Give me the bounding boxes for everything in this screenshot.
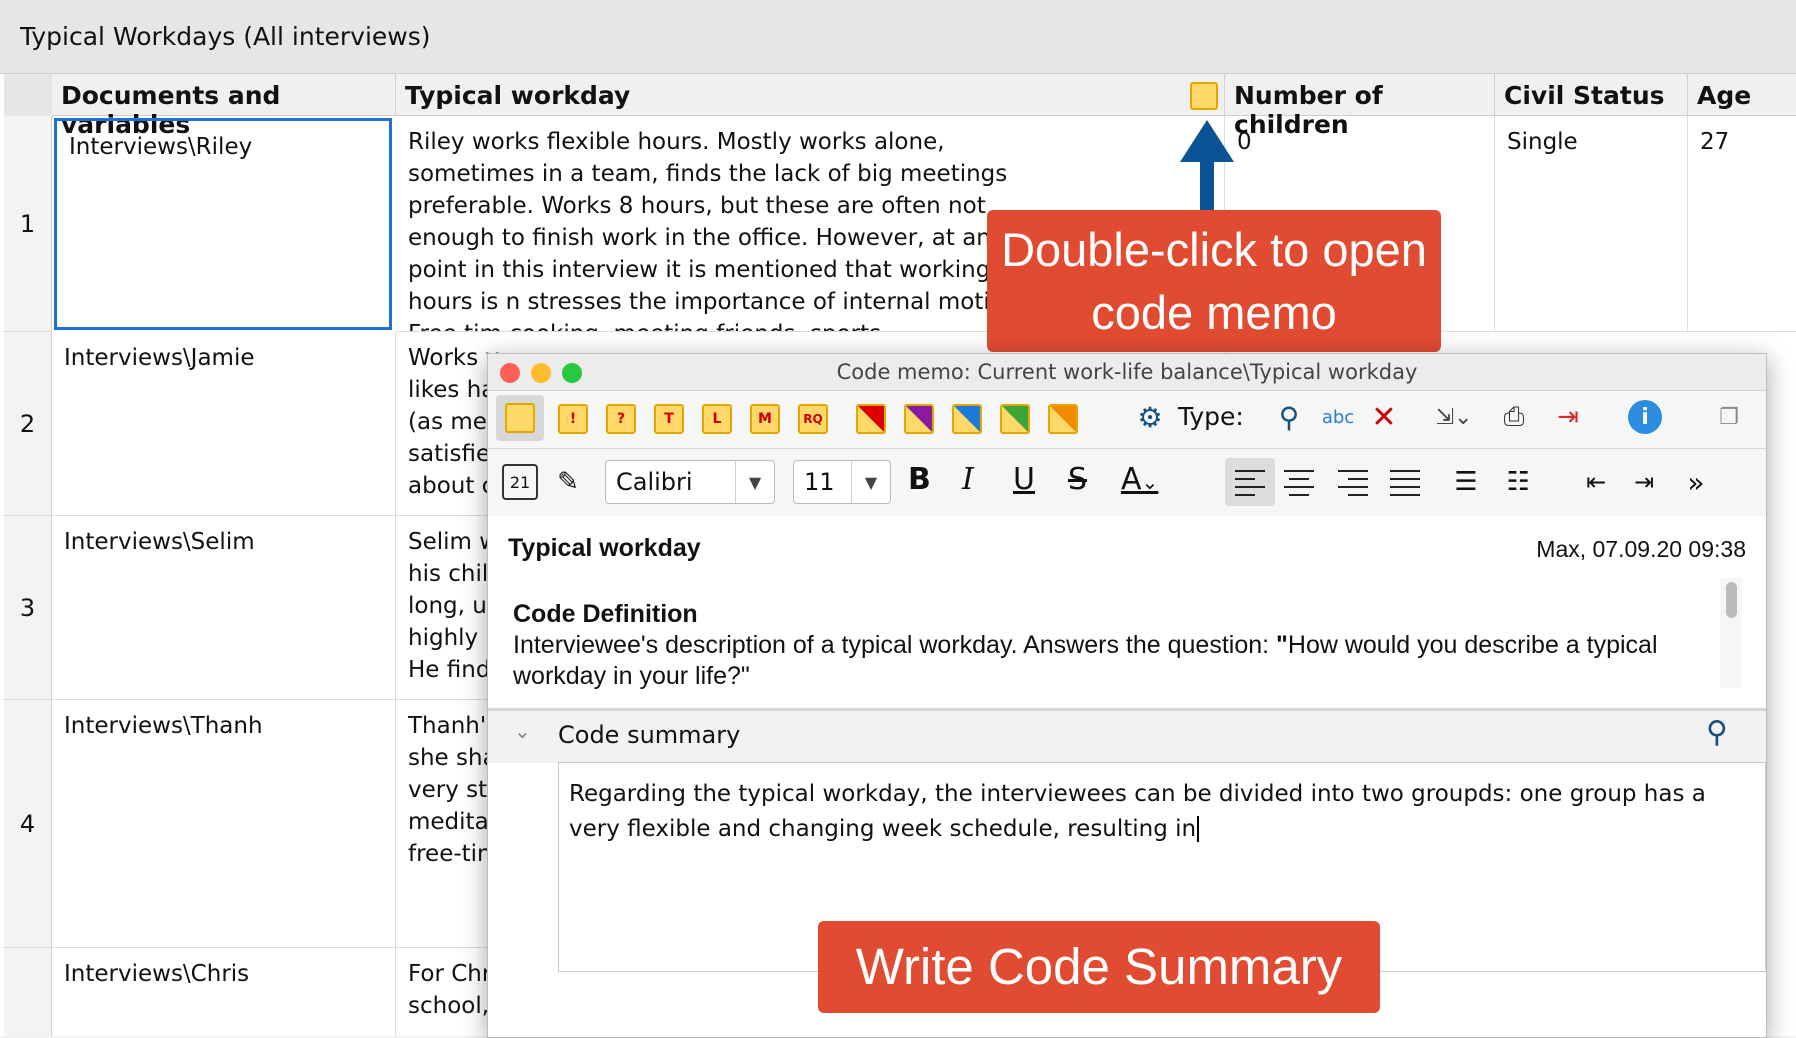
table-cell-document[interactable]: Interviews\Chris (52, 948, 396, 1036)
more-chevron-icon[interactable]: » (1678, 464, 1714, 500)
arrow-shaft (1200, 160, 1214, 212)
print-icon[interactable]: ⎙ (1496, 398, 1532, 436)
column-header-children[interactable]: Number of children (1225, 74, 1495, 139)
code-summary-label: Code summary (558, 721, 741, 749)
window-title: Typical Workdays (All interviews) (20, 22, 431, 51)
align-left-button[interactable] (1225, 458, 1275, 506)
code-summary-bar[interactable]: ⌄ Code summary ⚲ (488, 708, 1766, 763)
memo-type-red-icon[interactable] (856, 404, 886, 434)
text-cursor (1197, 816, 1200, 842)
chevron-down-icon: ▼ (735, 461, 774, 503)
table-corner[interactable] (4, 74, 53, 117)
align-center-button[interactable] (1284, 470, 1314, 502)
font-size-select[interactable]: 11 ▼ (793, 460, 891, 504)
row-number[interactable] (4, 948, 52, 1036)
search-icon[interactable]: ⚲ (1706, 715, 1728, 750)
italic-button[interactable]: I (962, 462, 974, 497)
code-definition-box[interactable]: Code Definition Interviewee's descriptio… (508, 578, 1746, 698)
row-number[interactable]: 4 (4, 700, 52, 948)
gear-icon[interactable]: ⚙ (1134, 400, 1166, 434)
definition-quote-mark: " (1276, 631, 1288, 659)
code-memo-icon[interactable] (1190, 82, 1218, 110)
delete-icon[interactable]: ✕ (1368, 398, 1400, 436)
table-cell-age[interactable]: 27 (1688, 116, 1796, 332)
code-summary-text: Regarding the typical workday, the inter… (569, 781, 1706, 842)
bold-button[interactable]: B (908, 462, 931, 497)
memo-type-rq-icon[interactable]: RQ (798, 404, 828, 434)
font-size-value: 11 (804, 468, 835, 496)
search-icon[interactable]: ⚲ (1272, 400, 1306, 434)
row-number[interactable]: 1 (4, 116, 52, 332)
type-label: Type: (1178, 402, 1244, 431)
format-painter-icon[interactable]: ✎ (550, 464, 586, 500)
definition-text-part1: Interviewee's description of a typical w… (513, 631, 1277, 659)
align-right-button[interactable] (1338, 470, 1368, 502)
font-value: Calibri (616, 468, 693, 496)
memo-type-l-icon[interactable]: L (702, 404, 732, 434)
justify-button[interactable] (1390, 470, 1420, 502)
memo-type-default-button[interactable] (496, 395, 544, 441)
bullet-list-icon[interactable]: ☰ (1448, 464, 1484, 500)
font-color-button[interactable]: A⌄ (1121, 462, 1158, 497)
calendar-icon[interactable]: 21 (502, 464, 538, 500)
outdent-icon[interactable]: ⇤ (1578, 464, 1614, 500)
memo-author-date: Max, 07.09.20 09:38 (1536, 536, 1746, 562)
table-cell-document[interactable]: Interviews\Thanh (52, 700, 396, 948)
column-header-typical-workday[interactable]: Typical workday (396, 74, 1225, 116)
scroll-thumb[interactable] (1726, 582, 1737, 618)
row-number[interactable]: 3 (4, 516, 52, 700)
memo-type-m-icon[interactable]: M (750, 404, 780, 434)
callout-write-summary: Write Code Summary (818, 921, 1380, 1013)
memo-type-green-icon[interactable] (1000, 404, 1030, 434)
align-left-icon (1235, 470, 1265, 502)
memo-titlebar[interactable]: Code memo: Current work-life balance\Typ… (488, 354, 1766, 391)
column-header-documents[interactable]: Documents and variables (52, 74, 396, 139)
memo-type-purple-icon[interactable] (904, 404, 934, 434)
definition-scrollbar[interactable] (1720, 578, 1742, 688)
memo-header: Typical workday Max, 07.09.20 09:38 (508, 516, 1746, 579)
memo-type-toolbar: ! ? T L M RQ ⚙ Type: ⚲ abc ✕ ⇲⌄ ⎙ ⇥ i ❐ (488, 390, 1766, 449)
memo-heading: Typical workday (508, 534, 701, 562)
window-title-bar: Typical Workdays (All interviews) (0, 0, 1796, 74)
memo-type-t-icon[interactable]: T (654, 404, 684, 434)
arrow-up-icon (1180, 120, 1234, 162)
table-cell-document[interactable]: Interviews\Riley (54, 118, 392, 330)
table-cell-document[interactable]: Interviews\Selim (52, 516, 396, 700)
table-cell-document[interactable]: Interviews\Jamie (52, 332, 396, 516)
export-icon[interactable]: ⇥ (1550, 398, 1586, 436)
import-icon[interactable]: ⇲⌄ (1426, 398, 1482, 436)
info-icon[interactable]: i (1628, 400, 1662, 434)
format-toolbar: 21 ✎ Calibri ▼ 11 ▼ B I U S A⌄ ☰ ☷ ⇤ ⇥ » (488, 448, 1766, 517)
column-header-civil-status[interactable]: Civil Status (1495, 74, 1688, 116)
chevron-down-icon: ▼ (851, 461, 890, 503)
memo-type-question-icon[interactable]: ? (606, 404, 636, 434)
definition-title: Code Definition (513, 600, 698, 628)
underline-button[interactable]: U (1013, 462, 1035, 497)
column-header-age[interactable]: Age (1688, 74, 1796, 116)
memo-type-blue-icon[interactable] (952, 404, 982, 434)
callout-double-click: Double-click to open code memo (987, 210, 1441, 352)
numbered-list-icon[interactable]: ☷ (1500, 464, 1536, 500)
spellcheck-icon[interactable]: abc (1318, 398, 1358, 436)
indent-icon[interactable]: ⇥ (1626, 464, 1662, 500)
chevron-down-icon[interactable]: ⌄ (514, 719, 531, 743)
table-cell-civil-status[interactable]: Single (1495, 116, 1688, 332)
memo-type-exclamation-icon[interactable]: ! (558, 404, 588, 434)
memo-type-orange-icon[interactable] (1048, 404, 1078, 434)
font-select[interactable]: Calibri ▼ (605, 460, 775, 504)
undock-icon[interactable]: ❐ (1714, 402, 1744, 432)
memo-yellow-icon (505, 403, 535, 433)
strikethrough-button[interactable]: S (1068, 462, 1087, 497)
row-number[interactable]: 2 (4, 332, 52, 516)
memo-window-title: Code memo: Current work-life balance\Typ… (836, 360, 1418, 384)
definition-text: Interviewee's description of a typical w… (513, 630, 1688, 692)
